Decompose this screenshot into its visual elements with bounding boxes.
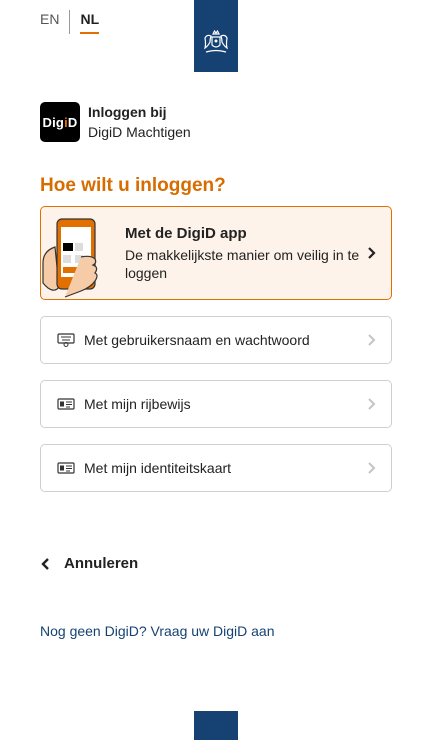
- chevron-right-icon: [368, 247, 376, 259]
- service-name: DigiD Machtigen: [88, 124, 191, 140]
- request-digid-link[interactable]: Nog geen DigiD? Vraag uw DigiD aan: [40, 623, 275, 639]
- login-drivers-license-option[interactable]: Met mijn rijbewijs: [40, 380, 392, 428]
- login-digid-app-option[interactable]: Met de DigiD app De makkelijkste manier …: [40, 206, 392, 300]
- language-nl-link[interactable]: NL: [80, 10, 100, 34]
- cancel-button[interactable]: Annuleren: [40, 555, 138, 572]
- rijksoverheid-logo: [194, 0, 238, 72]
- login-username-password-option[interactable]: Met gebruikersnaam en wachtwoord: [40, 316, 392, 364]
- chevron-right-icon: [368, 334, 376, 346]
- chevron-left-icon: [41, 557, 49, 570]
- identity-card-option-label: Met mijn identiteitskaart: [84, 460, 232, 476]
- digid-app-option-subtitle: De makkelijkste manier om veilig in te l…: [125, 246, 360, 281]
- digid-logo-text-prefix: Dig: [42, 114, 65, 130]
- cancel-label: Annuleren: [64, 555, 139, 572]
- coat-of-arms-icon: [204, 29, 228, 53]
- digid-logo: Dig i D: [40, 102, 80, 142]
- language-switch: EN NL: [40, 10, 100, 34]
- digid-app-option-title: Met de DigiD app: [125, 224, 247, 242]
- service-title: Inloggen bij: [88, 104, 167, 120]
- digid-logo-text-suffix: D: [67, 114, 78, 130]
- id-card-icon: [57, 397, 75, 411]
- language-en-link[interactable]: EN: [40, 10, 71, 34]
- footer-logo-bar: [194, 711, 238, 740]
- drivers-license-option-label: Met mijn rijbewijs: [84, 396, 191, 412]
- login-identity-card-option[interactable]: Met mijn identiteitskaart: [40, 444, 392, 492]
- page-heading: Hoe wilt u inloggen?: [40, 175, 226, 196]
- password-keyboard-icon: [57, 333, 75, 347]
- chevron-right-icon: [368, 462, 376, 474]
- chevron-right-icon: [368, 398, 376, 410]
- service-info: Dig i D Inloggen bij DigiD Machtigen: [40, 102, 191, 142]
- id-card-icon: [57, 461, 75, 475]
- username-password-option-label: Met gebruikersnaam en wachtwoord: [84, 332, 310, 348]
- phone-hand-icon: [42, 218, 98, 298]
